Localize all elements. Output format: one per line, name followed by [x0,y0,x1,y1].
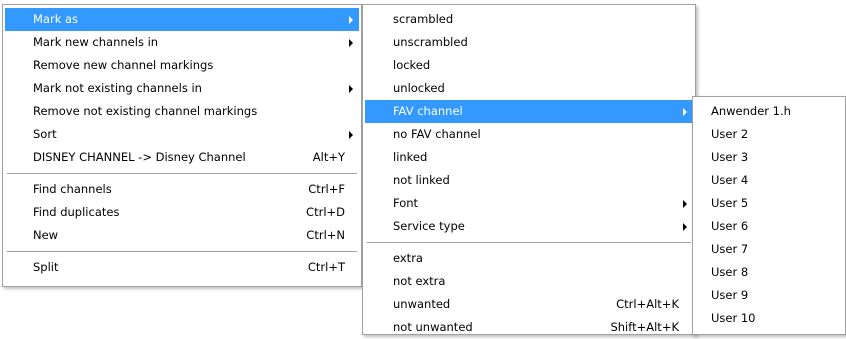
menu-item-label: User 5 [711,196,749,210]
submenu-arrow-icon [349,85,353,93]
menu-item-unwanted[interactable]: unwanted Ctrl+Alt+K [365,293,693,316]
menu-item-remove-not-existing-channel-markings[interactable]: Remove not existing channel markings [5,100,359,123]
menu-item-label: Sort [33,127,57,141]
menu-item-find-duplicates[interactable]: Find duplicates Ctrl+D [5,201,359,224]
menu-item-fav-list-4[interactable]: User 4 [695,169,843,192]
menu-item-label: FAV channel [393,104,463,118]
menu-item-label: Find channels [33,182,112,196]
menu-item-label: User 10 [711,311,756,325]
menu-item-label: User 3 [711,150,749,164]
menu-separator [7,173,357,174]
menu-item-shortcut: Ctrl+T [307,260,345,274]
menu-item-label: Service type [393,219,465,233]
menu-item-shortcut: Ctrl+N [306,228,345,242]
menu-item-label: Remove not existing channel markings [33,104,258,118]
menu-item-label: extra [393,251,423,265]
menu-item-label: User 4 [711,173,749,187]
menu-item-linked[interactable]: linked [365,146,693,169]
menu-item-disney-channel-rename[interactable]: DISNEY CHANNEL -> Disney Channel Alt+Y [5,146,359,169]
menu-item-label: New [33,228,59,242]
menu-item-shortcut: Shift+Alt+K [610,320,679,334]
menu-item-fav-list-5[interactable]: User 5 [695,192,843,215]
menu-item-font[interactable]: Font [365,192,693,215]
menu-item-label: not unwanted [393,320,473,334]
menu-item-not-linked[interactable]: not linked [365,169,693,192]
menu-item-extra[interactable]: extra [365,247,693,270]
submenu-arrow-icon [683,200,687,208]
menu-item-not-extra[interactable]: not extra [365,270,693,293]
menu-item-unlocked[interactable]: unlocked [365,77,693,100]
menu-item-fav-list-2[interactable]: User 2 [695,123,843,146]
menu-item-no-fav-channel[interactable]: no FAV channel [365,123,693,146]
menu-item-label: Anwender 1.h [711,104,791,118]
menu-item-fav-list-10[interactable]: User 10 [695,307,843,330]
submenu-arrow-icon [349,39,353,47]
menu-item-fav-list-3[interactable]: User 3 [695,146,843,169]
menu-item-label: Mark not existing channels in [33,81,202,95]
menu-item-label: unwanted [393,297,451,311]
menu-item-shortcut: Alt+Y [312,150,345,164]
menu-item-label: scrambled [393,12,454,26]
menu-item-label: unscrambled [393,35,468,49]
menu-item-shortcut: Ctrl+Alt+K [616,297,679,311]
submenu-arrow-icon [349,16,353,24]
submenu-fav-channel: Anwender 1.h User 2 User 3 User 4 User 5… [692,96,846,335]
menu-item-fav-list-9[interactable]: User 9 [695,284,843,307]
submenu-arrow-icon [683,223,687,231]
menu-item-service-type[interactable]: Service type [365,215,693,238]
menu-separator [367,242,691,243]
menu-item-remove-new-channel-markings[interactable]: Remove new channel markings [5,54,359,77]
menu-item-unscrambled[interactable]: unscrambled [365,31,693,54]
menu-item-label: no FAV channel [393,127,481,141]
menu-item-label: Mark as [33,12,79,26]
menu-separator [7,251,357,252]
menu-item-label: linked [393,150,428,164]
menu-item-label: locked [393,58,431,72]
submenu-mark-as: scrambled unscrambled locked unlocked FA… [362,4,696,335]
menu-item-fav-list-8[interactable]: User 8 [695,261,843,284]
menu-item-label: Remove new channel markings [33,58,214,72]
menu-item-label: User 2 [711,127,749,141]
menu-item-fav-channel[interactable]: FAV channel [365,100,693,123]
menu-item-label: User 8 [711,265,749,279]
menu-item-label: unlocked [393,81,445,95]
menu-item-new[interactable]: New Ctrl+N [5,224,359,247]
menu-item-label: not extra [393,274,446,288]
menu-item-fav-list-7[interactable]: User 7 [695,238,843,261]
menu-item-mark-as[interactable]: Mark as [5,8,359,31]
menu-item-label: Font [393,196,419,210]
menu-item-split[interactable]: Split Ctrl+T [5,256,359,279]
menu-item-label: not linked [393,173,450,187]
menu-item-fav-list-6[interactable]: User 6 [695,215,843,238]
menu-item-label: Split [33,260,59,274]
menu-item-sort[interactable]: Sort [5,123,359,146]
menu-item-label: DISNEY CHANNEL -> Disney Channel [33,150,246,164]
menu-item-find-channels[interactable]: Find channels Ctrl+F [5,178,359,201]
menu-item-label: Mark new channels in [33,35,159,49]
menu-item-label: User 6 [711,219,749,233]
menu-item-mark-not-existing-channels-in[interactable]: Mark not existing channels in [5,77,359,100]
menu-item-mark-new-channels-in[interactable]: Mark new channels in [5,31,359,54]
menu-item-locked[interactable]: locked [365,54,693,77]
menu-item-label: Find duplicates [33,205,120,219]
menu-item-not-unwanted[interactable]: not unwanted Shift+Alt+K [365,316,693,339]
menu-item-scrambled[interactable]: scrambled [365,8,693,31]
menu-item-shortcut: Ctrl+D [306,205,345,219]
menu-item-label: User 9 [711,288,749,302]
submenu-arrow-icon [683,108,687,116]
submenu-arrow-icon [349,131,353,139]
menu-item-label: User 7 [711,242,749,256]
menu-item-fav-list-1[interactable]: Anwender 1.h [695,100,843,123]
menu-item-shortcut: Ctrl+F [308,182,345,196]
context-menu-main: Mark as Mark new channels in Remove new … [2,4,362,287]
